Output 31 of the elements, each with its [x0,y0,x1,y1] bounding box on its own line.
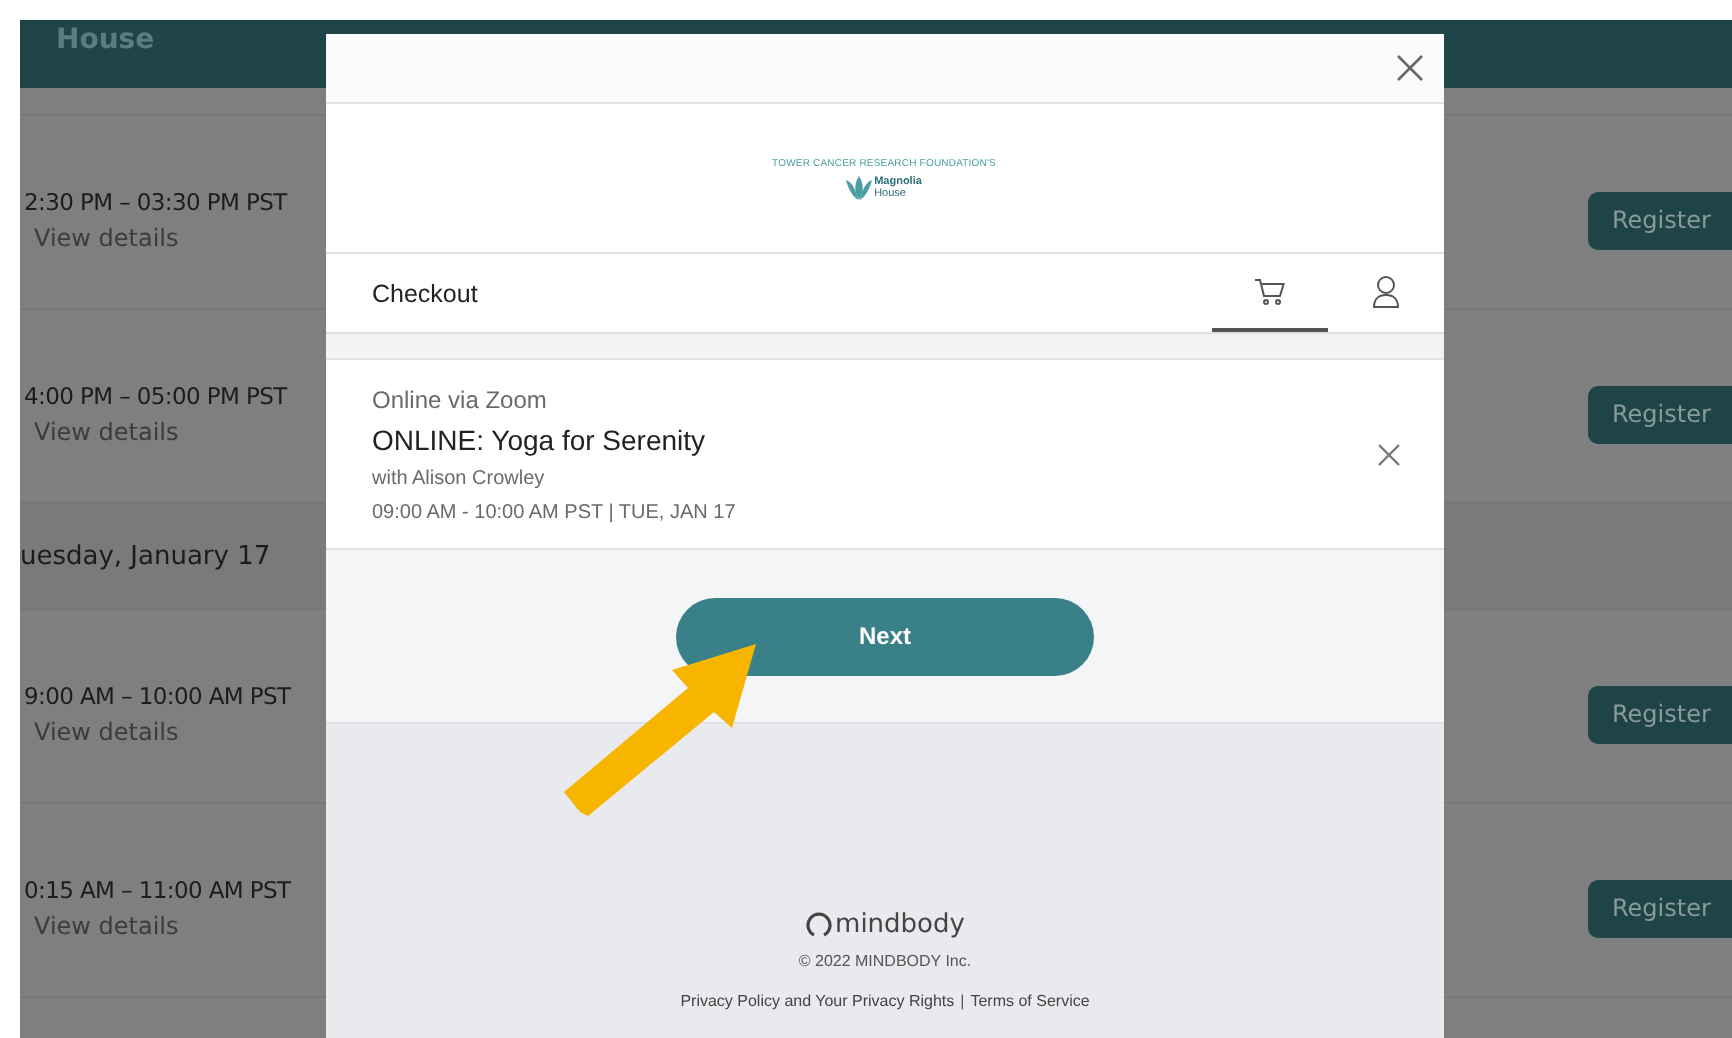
view-details-link[interactable]: View details [34,912,291,940]
day-heading: uesday, January 17 [20,541,271,571]
register-button[interactable]: Register [1588,385,1732,443]
view-details-link[interactable]: View details [34,718,291,746]
close-button[interactable] [1396,54,1424,82]
leaf-logo-icon [846,175,873,199]
item-location: Online via Zoom [372,385,549,413]
brand-logo-icon [805,912,832,938]
item-instructor: with Alison Crowley [372,467,547,489]
brand-name: mindbody [835,910,965,940]
view-details-link[interactable]: View details [34,224,287,252]
cart-icon [1254,277,1286,305]
view-details-link[interactable]: View details [34,418,287,446]
remove-button[interactable] [1378,443,1400,465]
person-icon [1372,274,1400,308]
register-button[interactable]: Register [1588,879,1732,937]
class-time: 0:15 AM – 11:00 AM PST [24,876,291,904]
class-time: 2:30 PM – 03:30 PM PST [24,188,287,216]
privacy-link[interactable]: Privacy Policy and Your Privacy Rights [680,992,955,1010]
header-title: House [56,24,155,58]
class-time: 9:00 AM – 10:00 AM PST [24,682,291,710]
item-time: 09:00 AM - 10:00 AM PST | TUE, JAN 17 [372,501,736,523]
checkout-title: Checkout [372,279,480,307]
register-button[interactable]: Register [1588,191,1732,249]
item-name: ONLINE: Yoga for Serenity [372,423,708,455]
class-time: 4:00 PM – 05:00 PM PST [24,382,287,410]
next-button[interactable]: Next [676,597,1094,675]
terms-link[interactable]: Terms of Service [970,992,1090,1010]
link-separator: | [960,992,965,1010]
register-button[interactable]: Register [1588,685,1732,743]
copyright: © 2022 MINDBODY Inc. [798,952,972,970]
